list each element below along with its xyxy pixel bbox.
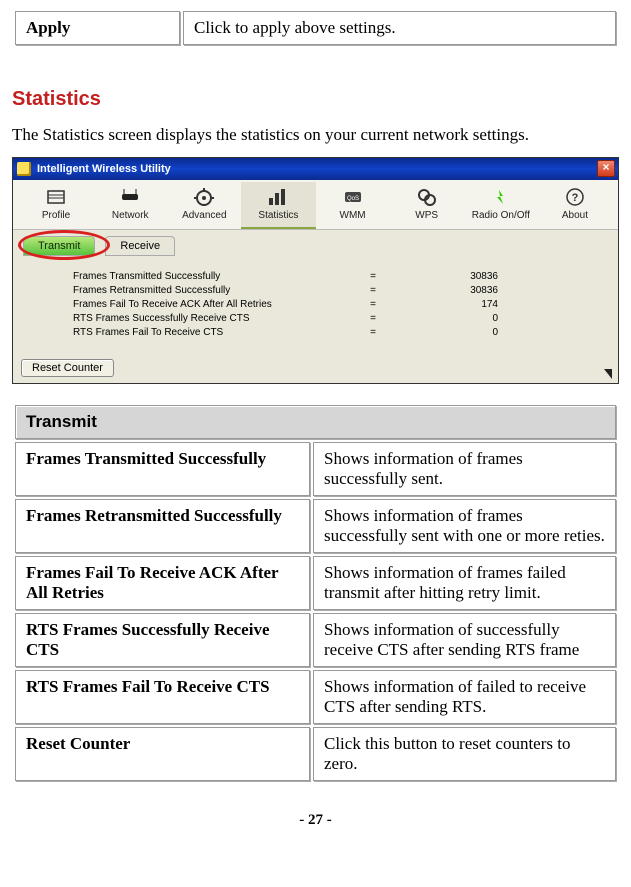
def-term: RTS Frames Successfully Receive CTS [15, 613, 310, 667]
def-desc: Shows information of frames failed trans… [313, 556, 616, 610]
stat-value: 30836 [393, 271, 578, 282]
svg-text:?: ? [572, 192, 579, 204]
wps-icon [392, 186, 462, 208]
svg-text:QoS: QoS [347, 196, 359, 202]
def-header-row: Transmit [15, 405, 616, 439]
dropdown-arrow-icon[interactable] [604, 369, 612, 379]
reset-counter-button[interactable]: Reset Counter [21, 359, 114, 377]
table-row: RTS Frames Successfully Receive CTS Show… [15, 613, 616, 667]
stat-value: 30836 [393, 285, 578, 296]
close-button[interactable]: × [597, 160, 615, 177]
network-icon [95, 186, 165, 208]
def-desc: Shows information of frames successfully… [313, 442, 616, 496]
stat-label: Frames Retransmitted Successfully [73, 285, 353, 296]
statistics-icon [243, 186, 313, 208]
toolbar-profile[interactable]: Profile [19, 182, 93, 229]
def-desc: Shows information of successfully receiv… [313, 613, 616, 667]
toolbar-wps[interactable]: WPS [390, 182, 464, 229]
table-row: RTS Frames Fail To Receive CTS Shows inf… [15, 670, 616, 724]
table-row: Frames Transmitted Successfully Shows in… [15, 442, 616, 496]
toolbar-wmm[interactable]: QoS WMM [316, 182, 390, 229]
wmm-icon: QoS [318, 186, 388, 208]
stat-eq: = [353, 313, 393, 324]
toolbar-label: WMM [340, 210, 366, 221]
stat-row: Frames Transmitted Successfully = 30836 [73, 271, 578, 282]
stat-value: 0 [393, 327, 578, 338]
toolbar-label: WPS [415, 210, 438, 221]
stat-label: RTS Frames Fail To Receive CTS [73, 327, 353, 338]
window-title: Intelligent Wireless Utility [37, 163, 171, 175]
about-icon: ? [540, 186, 610, 208]
advanced-icon [169, 186, 239, 208]
def-desc: Shows information of frames successfully… [313, 499, 616, 553]
def-desc: Shows information of failed to receive C… [313, 670, 616, 724]
toolbar-advanced[interactable]: Advanced [167, 182, 241, 229]
stat-label: Frames Fail To Receive ACK After All Ret… [73, 299, 353, 310]
def-desc: Click this button to reset counters to z… [313, 727, 616, 781]
toolbar-label: Profile [42, 210, 70, 221]
subtab-transmit[interactable]: Transmit [23, 236, 95, 256]
stat-eq: = [353, 327, 393, 338]
stat-row: RTS Frames Successfully Receive CTS = 0 [73, 313, 578, 324]
section-heading: Statistics [12, 88, 619, 111]
toolbar-label: Statistics [258, 210, 298, 221]
toolbar-network[interactable]: Network [93, 182, 167, 229]
toolbar: Profile Network Advanced Statistics QoS … [13, 180, 618, 230]
def-term: RTS Frames Fail To Receive CTS [15, 670, 310, 724]
stat-row: Frames Retransmitted Successfully = 3083… [73, 285, 578, 296]
stat-label: Frames Transmitted Successfully [73, 271, 353, 282]
table-row: Reset Counter Click this button to reset… [15, 727, 616, 781]
apply-desc: Click to apply above settings. [183, 11, 616, 45]
stat-eq: = [353, 299, 393, 310]
toolbar-label: Radio On/Off [472, 210, 530, 221]
def-term: Frames Transmitted Successfully [15, 442, 310, 496]
stat-row: RTS Frames Fail To Receive CTS = 0 [73, 327, 578, 338]
app-icon [17, 162, 31, 176]
table-row: Frames Retransmitted Successfully Shows … [15, 499, 616, 553]
subtab-receive[interactable]: Receive [105, 236, 175, 256]
toolbar-statistics[interactable]: Statistics [241, 182, 315, 229]
toolbar-label: Advanced [182, 210, 226, 221]
stat-eq: = [353, 271, 393, 282]
subtab-bar: Transmit Receive [13, 230, 618, 262]
stat-label: RTS Frames Successfully Receive CTS [73, 313, 353, 324]
def-term: Frames Retransmitted Successfully [15, 499, 310, 553]
page-number: - 27 - [12, 812, 619, 829]
toolbar-radio[interactable]: Radio On/Off [464, 182, 538, 229]
stat-value: 0 [393, 313, 578, 324]
definition-table: Transmit Frames Transmitted Successfully… [12, 402, 619, 784]
table-row: Frames Fail To Receive ACK After All Ret… [15, 556, 616, 610]
stat-row: Frames Fail To Receive ACK After All Ret… [73, 299, 578, 310]
radio-icon [466, 186, 536, 208]
apply-table: Apply Click to apply above settings. [12, 8, 619, 48]
toolbar-label: Network [112, 210, 149, 221]
toolbar-about[interactable]: ? About [538, 182, 612, 229]
stats-block: Frames Transmitted Successfully = 30836 … [13, 262, 618, 355]
def-term: Reset Counter [15, 727, 310, 781]
def-header: Transmit [15, 405, 616, 439]
apply-term: Apply [15, 11, 180, 45]
toolbar-label: About [562, 210, 588, 221]
def-term: Frames Fail To Receive ACK After All Ret… [15, 556, 310, 610]
titlebar: Intelligent Wireless Utility × [13, 158, 618, 180]
apply-row: Apply Click to apply above settings. [15, 11, 616, 45]
profile-icon [21, 186, 91, 208]
stat-eq: = [353, 285, 393, 296]
app-window: Intelligent Wireless Utility × Profile N… [12, 157, 619, 384]
lead-text: The Statistics screen displays the stati… [12, 125, 619, 145]
stat-value: 174 [393, 299, 578, 310]
